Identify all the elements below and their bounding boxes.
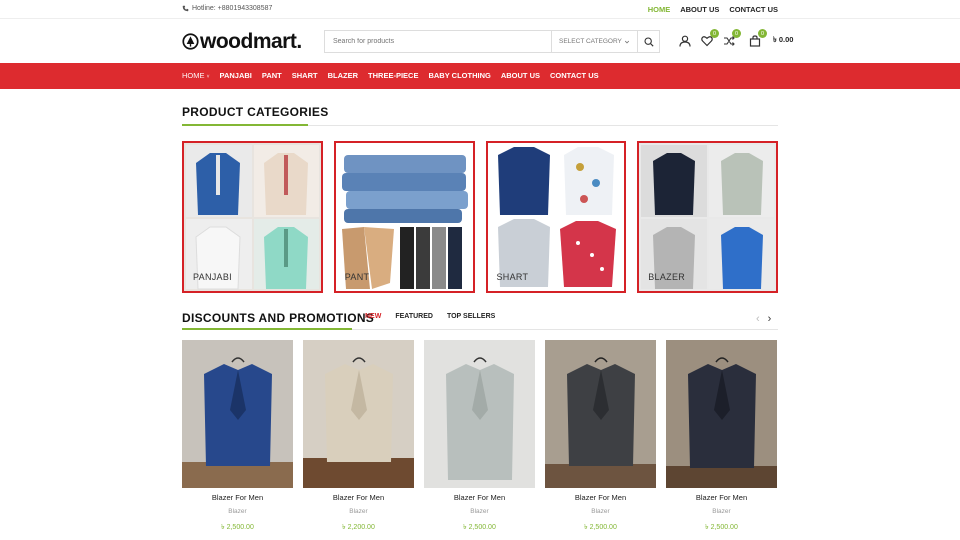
blazer-photo	[182, 340, 293, 488]
product-price: ৳ 2,500.00	[705, 524, 738, 531]
product-category[interactable]: Blazer	[182, 508, 293, 515]
chevron-left-icon[interactable]: ‹	[756, 313, 760, 325]
wishlist-count-badge: 0	[710, 29, 719, 38]
product-name[interactable]: Blazer For Men	[424, 493, 535, 502]
logo-text: woodmart.	[200, 30, 302, 53]
hotline-text: Hotline: +8801943308587	[192, 5, 273, 12]
compare-count-badge: 0	[732, 29, 741, 38]
logo[interactable]: woodmart.	[182, 31, 302, 52]
tab-new[interactable]: NEW	[365, 313, 381, 320]
search-input[interactable]	[325, 31, 551, 52]
hotline: Hotline: +8801943308587	[182, 5, 272, 12]
product-price: ৳ 2,500.00	[463, 524, 496, 531]
product-card[interactable]: Blazer For Men Blazer ৳ 2,500.00	[182, 340, 293, 533]
product-image[interactable]	[303, 340, 414, 488]
category-select-label: SELECT CATEGORY	[559, 38, 622, 45]
chevron-right-icon[interactable]: ›	[768, 313, 772, 325]
top-bar: Hotline: +8801943308587 HOME ABOUT US CO…	[0, 0, 960, 19]
nav-item-about-us[interactable]: ABOUT US	[501, 71, 540, 80]
main-nav: HOME ˅ PANJABI PANT SHART BLAZER THREE-P…	[0, 63, 960, 89]
search-icon	[643, 36, 654, 47]
product-category[interactable]: Blazer	[666, 508, 777, 515]
product-image[interactable]	[545, 340, 656, 488]
search-bar: SELECT CATEGORY	[324, 30, 660, 53]
tree-logo-icon	[182, 33, 199, 50]
product-card[interactable]: Blazer For Men Blazer ৳ 2,500.00	[424, 340, 535, 533]
category-label: PANT	[344, 272, 370, 282]
top-links: HOME ABOUT US CONTACT US	[648, 5, 778, 14]
nav-item-home[interactable]: HOME ˅	[182, 71, 210, 80]
category-card-shart[interactable]: SHART	[485, 141, 627, 293]
category-label: SHART	[496, 272, 529, 282]
category-card-blazer[interactable]: BLAZER	[637, 141, 778, 293]
category-card-pant[interactable]: PANT	[333, 141, 475, 293]
panjabi-image	[184, 143, 321, 291]
product-price: ৳ 2,200.00	[342, 524, 375, 531]
nav-item-pant[interactable]: PANT	[262, 71, 282, 80]
product-card[interactable]: Blazer For Men Blazer ৳ 2,500.00	[666, 340, 777, 533]
phone-icon	[182, 5, 189, 12]
promotions-title: DISCOUNTS AND PROMOTIONS	[182, 311, 375, 325]
tab-featured[interactable]: FEATURED	[395, 313, 433, 320]
category-label: PANJABI	[193, 272, 232, 282]
cart-button[interactable]: 0	[748, 29, 767, 48]
product-category[interactable]: Blazer	[424, 508, 535, 515]
product-carousel: Blazer For Men Blazer ৳ 2,500.00 Blazer …	[182, 340, 778, 533]
search-button[interactable]	[637, 31, 659, 52]
product-card[interactable]: Blazer For Men Blazer ৳ 2,200.00	[303, 340, 414, 533]
tab-top-sellers[interactable]: TOP SELLERS	[447, 313, 495, 320]
carousel-arrows: ‹ ›	[756, 313, 771, 325]
product-price: ৳ 2,500.00	[221, 524, 254, 531]
blazer-image	[639, 143, 777, 291]
nav-item-panjabi[interactable]: PANJABI	[220, 71, 252, 80]
product-card[interactable]: Blazer For Men Blazer ৳ 2,500.00	[545, 340, 656, 533]
top-link-home[interactable]: HOME	[648, 5, 671, 14]
categories-title: PRODUCT CATEGORIES	[182, 105, 329, 119]
header-icons: 0 0 0 ৳ 0.00	[678, 29, 793, 48]
blazer-photo	[424, 340, 535, 488]
user-icon	[679, 35, 691, 47]
product-image[interactable]	[666, 340, 777, 488]
account-button[interactable]	[678, 34, 692, 48]
nav-item-contact-us[interactable]: CONTACT US	[550, 71, 599, 80]
compare-button[interactable]: 0	[722, 29, 741, 48]
wishlist-button[interactable]: 0	[700, 29, 719, 48]
product-name[interactable]: Blazer For Men	[182, 493, 293, 502]
product-name[interactable]: Blazer For Men	[666, 493, 777, 502]
category-grid: PANJABI PANT SHART BLAZER	[182, 141, 778, 293]
product-image[interactable]	[424, 340, 535, 488]
product-category[interactable]: Blazer	[303, 508, 414, 515]
shart-image	[487, 143, 625, 291]
product-category[interactable]: Blazer	[545, 508, 656, 515]
blazer-photo	[666, 340, 777, 488]
nav-item-three-piece[interactable]: THREE-PIECE	[368, 71, 418, 80]
nav-item-blazer[interactable]: BLAZER	[328, 71, 358, 80]
nav-item-baby-clothing[interactable]: BABY CLOTHING	[428, 71, 490, 80]
top-link-contact[interactable]: CONTACT US	[729, 5, 778, 14]
cart-total[interactable]: ৳ 0.00	[773, 35, 793, 47]
nav-item-shart[interactable]: SHART	[292, 71, 318, 80]
title-underline	[182, 124, 308, 126]
title-underline	[182, 328, 352, 330]
product-name[interactable]: Blazer For Men	[545, 493, 656, 502]
product-price: ৳ 2,500.00	[584, 524, 617, 531]
header: woodmart. SELECT CATEGORY 0 0 0 ৳ 0.00	[0, 20, 960, 63]
category-select[interactable]: SELECT CATEGORY	[551, 31, 637, 52]
blazer-photo	[545, 340, 656, 488]
top-link-about[interactable]: ABOUT US	[680, 5, 719, 14]
category-label: BLAZER	[648, 272, 686, 282]
product-image[interactable]	[182, 340, 293, 488]
chevron-down-icon: ˅	[206, 74, 210, 80]
pant-image	[335, 143, 473, 291]
chevron-down-icon	[624, 40, 630, 43]
category-card-panjabi[interactable]: PANJABI	[182, 141, 323, 293]
promotion-tabs: NEW FEATURED TOP SELLERS	[365, 313, 495, 320]
blazer-photo	[303, 340, 414, 488]
cart-count-badge: 0	[758, 29, 767, 38]
product-name[interactable]: Blazer For Men	[303, 493, 414, 502]
